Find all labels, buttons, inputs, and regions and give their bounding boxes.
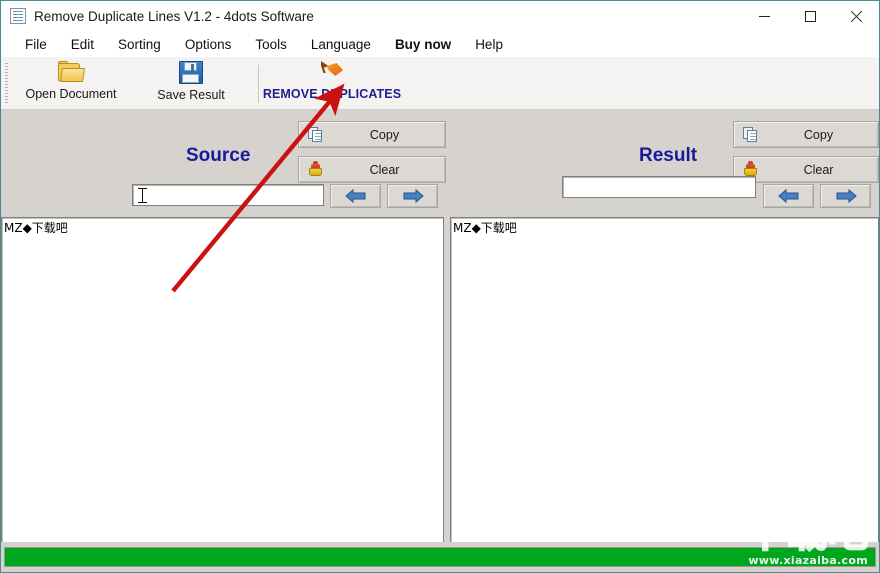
- source-next-button[interactable]: [387, 184, 438, 208]
- source-clear-label: Clear: [369, 162, 400, 177]
- result-text-content: MZ◆下载吧: [453, 221, 517, 235]
- result-panel-header: Result Copy Clear: [445, 110, 879, 217]
- arrow-right-icon: [835, 188, 857, 204]
- source-panel-header: Source Copy Clear: [1, 110, 446, 217]
- main-body: Source Copy Clear MZ◆下载吧 Result Copy Cle…: [1, 110, 879, 544]
- source-search-input[interactable]: [132, 184, 324, 206]
- menu-item-help[interactable]: Help: [463, 34, 515, 55]
- title-bar: Remove Duplicate Lines V1.2 - 4dots Soft…: [1, 1, 879, 31]
- folder-open-icon: [57, 60, 85, 84]
- menu-item-file[interactable]: File: [13, 34, 59, 55]
- result-textarea[interactable]: MZ◆下载吧: [450, 217, 879, 543]
- copy-documents-icon: [743, 126, 759, 143]
- arrow-left-icon: [344, 188, 367, 204]
- source-textarea[interactable]: MZ◆下载吧: [1, 217, 444, 543]
- source-copy-label: Copy: [369, 127, 400, 142]
- source-text-content: MZ◆下载吧: [4, 221, 68, 235]
- menu-item-edit[interactable]: Edit: [59, 34, 106, 55]
- brush-clear-icon: [308, 161, 324, 178]
- toolbar-grip[interactable]: [5, 63, 8, 103]
- menu-item-sorting[interactable]: Sorting: [106, 34, 173, 55]
- result-copy-button[interactable]: Copy: [733, 121, 879, 148]
- source-clear-button[interactable]: Clear: [298, 156, 446, 183]
- save-result-button[interactable]: Save Result: [151, 60, 231, 108]
- arrow-right-icon: [402, 188, 424, 204]
- source-prev-button[interactable]: [330, 184, 381, 208]
- menu-item-language[interactable]: Language: [299, 34, 383, 55]
- source-panel-title: Source: [186, 145, 251, 166]
- minimize-icon: [758, 15, 770, 17]
- save-result-label: Save Result: [157, 88, 225, 102]
- remove-duplicates-button[interactable]: REMOVE DUPLICATES: [263, 60, 401, 108]
- toolbar-separator: [258, 65, 259, 103]
- menu-bar: File Edit Sorting Options Tools Language…: [1, 31, 879, 57]
- application-window: Remove Duplicate Lines V1.2 - 4dots Soft…: [0, 0, 880, 573]
- close-button[interactable]: [833, 1, 879, 31]
- maximize-icon: [804, 10, 816, 22]
- result-panel-title: Result: [639, 145, 698, 166]
- maximize-button[interactable]: [787, 1, 833, 31]
- status-bar: [1, 542, 879, 572]
- result-copy-label: Copy: [803, 127, 834, 142]
- menu-item-tools[interactable]: Tools: [243, 34, 299, 55]
- close-icon: [850, 10, 863, 23]
- orange-arrow-icon: [318, 60, 346, 84]
- result-prev-button[interactable]: [763, 184, 814, 208]
- window-title: Remove Duplicate Lines V1.2 - 4dots Soft…: [34, 8, 314, 24]
- result-search-input[interactable]: [562, 176, 756, 198]
- minimize-button[interactable]: [741, 1, 787, 31]
- arrow-left-icon: [777, 188, 800, 204]
- document-icon: [10, 8, 26, 24]
- floppy-disk-icon: [178, 60, 204, 85]
- remove-duplicates-label: REMOVE DUPLICATES: [262, 87, 402, 101]
- copy-documents-icon: [308, 126, 324, 143]
- result-clear-label: Clear: [803, 162, 834, 177]
- window-controls: [741, 1, 879, 31]
- text-cursor-icon: [138, 188, 147, 203]
- result-next-button[interactable]: [820, 184, 871, 208]
- source-copy-button[interactable]: Copy: [298, 121, 446, 148]
- menu-item-options[interactable]: Options: [173, 34, 244, 55]
- open-document-button[interactable]: Open Document: [21, 60, 121, 108]
- toolbar: Open Document Save Result REMOVE DUPLICA…: [1, 57, 879, 110]
- open-document-label: Open Document: [25, 87, 117, 101]
- progress-bar: [4, 547, 876, 567]
- menu-item-buy-now[interactable]: Buy now: [383, 34, 463, 55]
